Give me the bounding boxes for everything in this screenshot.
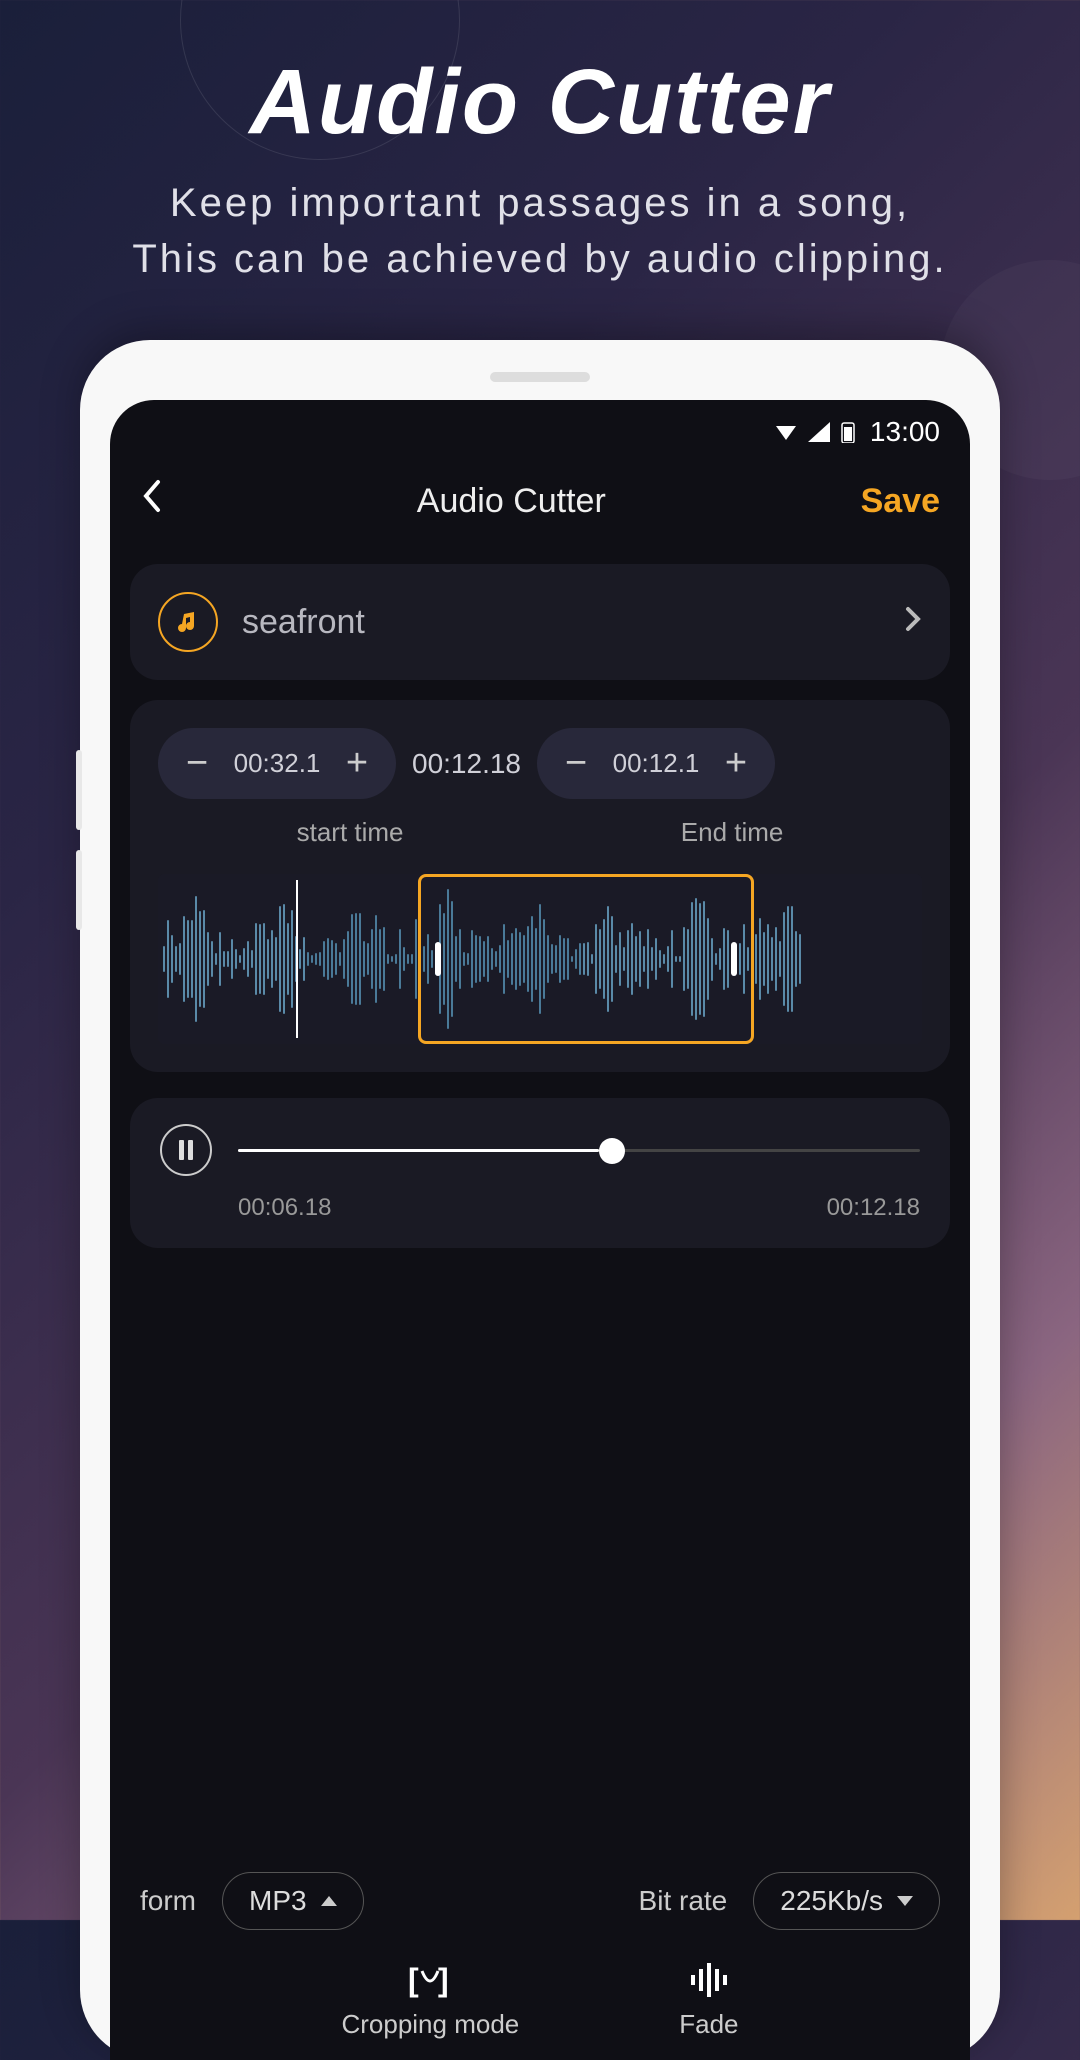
page-title: Audio Cutter [417, 482, 606, 521]
tab-fade[interactable]: Fade [679, 1961, 738, 2040]
form-label: form [140, 1885, 196, 1917]
bitrate-dropdown[interactable]: 225Kb/s [753, 1872, 940, 1930]
music-icon [158, 592, 218, 652]
current-time: 00:06.18 [238, 1194, 331, 1222]
chevron-left-icon [140, 478, 162, 514]
status-bar: 13:00 [110, 400, 970, 458]
pause-button[interactable] [160, 1124, 212, 1176]
progress-thumb[interactable] [599, 1138, 625, 1164]
caret-up-icon [321, 1896, 337, 1906]
bottom-controls: form MP3 Bit rate 225Kb/s [110, 1872, 970, 1930]
playhead[interactable] [296, 880, 298, 1038]
track-name: seafront [242, 603, 880, 642]
svg-text:]: ] [438, 1962, 449, 1998]
selection-box[interactable] [418, 874, 754, 1044]
waveform[interactable] [158, 874, 922, 1044]
start-time-stepper: − 00:32.1 + [158, 728, 396, 799]
start-plus-button[interactable]: + [340, 742, 374, 785]
end-minus-button[interactable]: − [559, 742, 593, 785]
app-screen: 13:00 Audio Cutter Save seafront [110, 400, 970, 2060]
caret-down-icon [897, 1896, 913, 1906]
selection-handle-left[interactable] [435, 942, 441, 976]
hero-title: Audio Cutter [0, 0, 1080, 155]
battery-icon [840, 421, 856, 443]
selection-handle-right[interactable] [731, 942, 737, 976]
cropping-icon: [] [408, 1961, 452, 1999]
phone-volume-button [76, 850, 82, 930]
time-editor-card: − 00:32.1 + 00:12.18 − 00:12.1 + start t… [130, 700, 950, 1072]
wifi-icon [774, 422, 798, 442]
back-button[interactable] [140, 478, 162, 524]
phone-volume-button [76, 750, 82, 830]
phone-notch [490, 372, 590, 382]
start-time-label: start time [297, 817, 404, 848]
end-time-stepper: − 00:12.1 + [537, 728, 775, 799]
fade-icon [687, 1961, 731, 1999]
format-dropdown[interactable]: MP3 [222, 1872, 364, 1930]
end-time-value: 00:12.1 [611, 748, 701, 779]
player-card: 00:06.18 00:12.18 [130, 1098, 950, 1248]
app-header: Audio Cutter Save [110, 458, 970, 544]
phone-mockup: 13:00 Audio Cutter Save seafront [80, 340, 1000, 2060]
chevron-right-icon [904, 604, 922, 641]
svg-text:[: [ [408, 1962, 419, 1998]
tab-cropping-mode[interactable]: [] Cropping mode [341, 1961, 519, 2040]
mode-tabs: [] Cropping mode Fade [110, 1961, 970, 2040]
start-minus-button[interactable]: − [180, 742, 214, 785]
progress-slider[interactable] [238, 1149, 920, 1152]
pause-icon [188, 1140, 193, 1160]
save-button[interactable]: Save [861, 482, 940, 521]
bitrate-label: Bit rate [639, 1885, 728, 1917]
total-time: 00:12.18 [827, 1194, 920, 1222]
duration-value: 00:12.18 [412, 748, 521, 780]
hero-subtitle: Keep important passages in a song, This … [0, 155, 1080, 287]
status-time: 13:00 [870, 416, 940, 448]
end-plus-button[interactable]: + [719, 742, 753, 785]
signal-icon [808, 422, 830, 442]
track-card[interactable]: seafront [130, 564, 950, 680]
pause-icon [179, 1140, 184, 1160]
start-time-value: 00:32.1 [232, 748, 322, 779]
end-time-label: End time [681, 817, 784, 848]
